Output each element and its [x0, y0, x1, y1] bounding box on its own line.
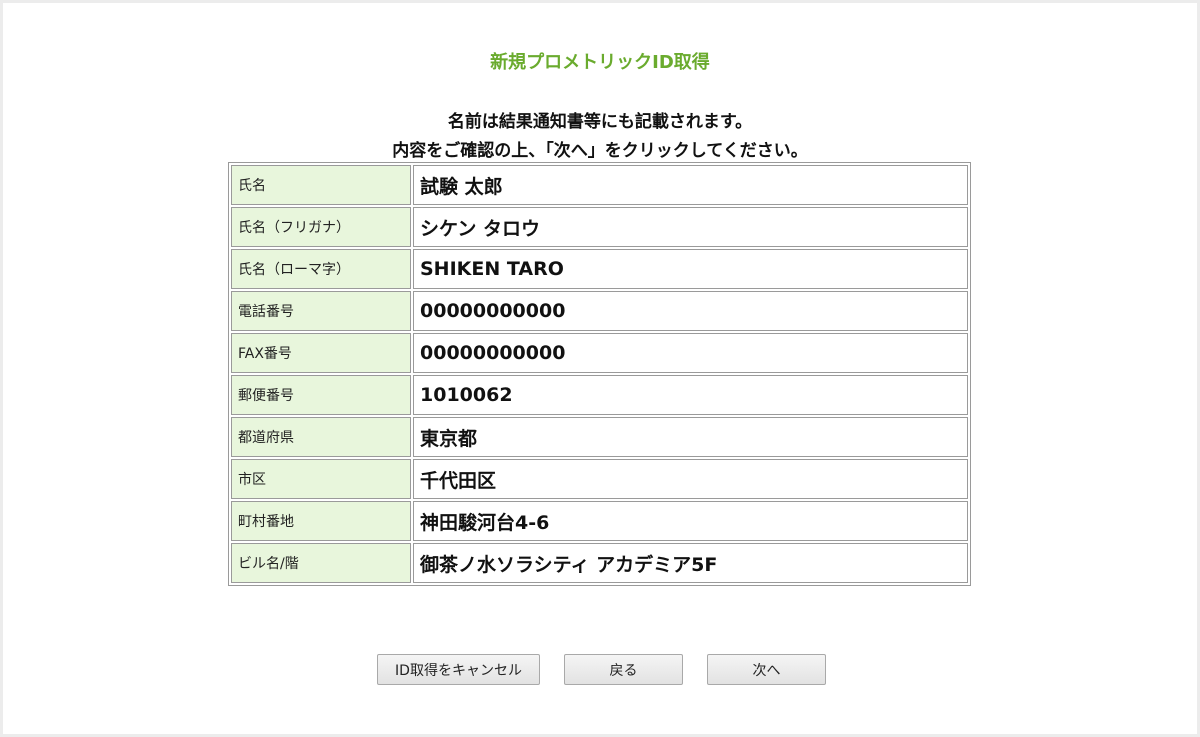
table-row: 市区 千代田区: [231, 459, 968, 499]
table-row: 氏名 試験 太郎: [231, 165, 968, 205]
row-label: 都道府県: [231, 417, 411, 457]
row-label: 郵便番号: [231, 375, 411, 415]
row-value: 御茶ノ水ソラシティ アカデミア5F: [413, 543, 968, 583]
table-row: 町村番地 神田駿河台4-6: [231, 501, 968, 541]
table-row: 都道府県 東京都: [231, 417, 968, 457]
confirmation-table: 氏名 試験 太郎 氏名（フリガナ） シケン タロウ 氏名（ローマ字） SHIKE…: [228, 162, 971, 586]
notice-line-1: 名前は結果通知書等にも記載されます。: [447, 112, 753, 132]
row-value: SHIKEN TARO: [413, 249, 968, 289]
cancel-id-button[interactable]: ID取得をキャンセル: [377, 654, 540, 685]
table-row: FAX番号 00000000000: [231, 333, 968, 373]
row-value: シケン タロウ: [413, 207, 968, 247]
row-label: ビル名/階: [231, 543, 411, 583]
page-title: 新規プロメトリックID取得: [490, 52, 710, 73]
table-row: 氏名（フリガナ） シケン タロウ: [231, 207, 968, 247]
row-label: 氏名（フリガナ）: [231, 207, 411, 247]
table-row: 電話番号 00000000000: [231, 291, 968, 331]
row-label: FAX番号: [231, 333, 411, 373]
notice-line-2: 内容をご確認の上、「次へ」をクリックしてください。: [392, 141, 808, 161]
row-value: 1010062: [413, 375, 968, 415]
back-button[interactable]: 戻る: [564, 654, 683, 685]
row-label: 電話番号: [231, 291, 411, 331]
next-button[interactable]: 次へ: [707, 654, 826, 685]
row-value: 00000000000: [413, 291, 968, 331]
row-value: 千代田区: [413, 459, 968, 499]
row-value: 神田駿河台4-6: [413, 501, 968, 541]
row-label: 氏名（ローマ字）: [231, 249, 411, 289]
row-value: 東京都: [413, 417, 968, 457]
row-label: 市区: [231, 459, 411, 499]
row-value: 00000000000: [413, 333, 968, 373]
table-row: 氏名（ローマ字） SHIKEN TARO: [231, 249, 968, 289]
row-label: 町村番地: [231, 501, 411, 541]
table-row: 郵便番号 1010062: [231, 375, 968, 415]
row-value: 試験 太郎: [413, 165, 968, 205]
table-row: ビル名/階 御茶ノ水ソラシティ アカデミア5F: [231, 543, 968, 583]
row-label: 氏名: [231, 165, 411, 205]
